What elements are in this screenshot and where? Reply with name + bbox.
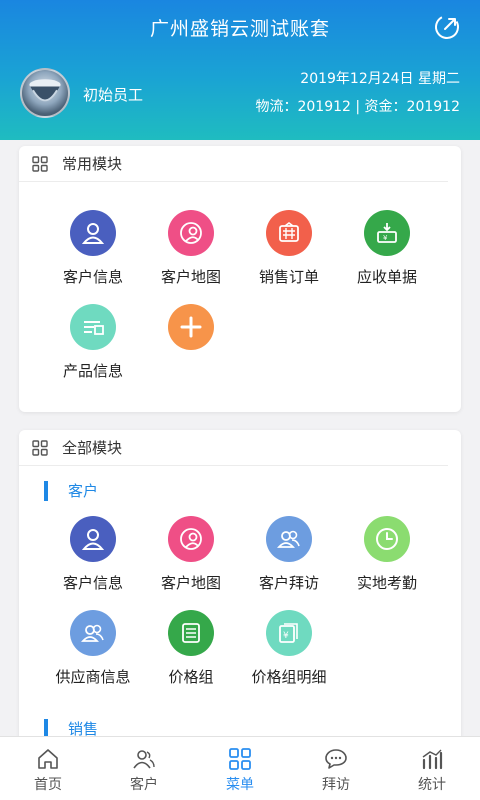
tab-customer[interactable]: 客户	[96, 737, 192, 800]
add-icon	[168, 304, 214, 350]
tile-label: 客户信息	[62, 574, 123, 592]
tab-label: 统计	[418, 777, 446, 793]
tab-label: 客户	[130, 777, 158, 793]
grid-icon	[32, 155, 48, 172]
tile-price-group[interactable]: 价格组	[141, 610, 241, 687]
tile-label: 价格组	[168, 668, 214, 686]
home-icon	[38, 749, 58, 769]
tile-add-module[interactable]	[141, 304, 241, 360]
tab-stats[interactable]: 统计	[384, 737, 480, 800]
clock-icon	[364, 516, 410, 562]
section-marker	[44, 480, 48, 501]
common-modules-card: 常用模块 客户信息 客户地图 销售订单 ¥ 应收单据 产品信息	[19, 146, 461, 412]
tile-customer-info[interactable]: 客户信息	[43, 210, 143, 287]
product-info-icon	[70, 304, 116, 350]
all-modules-header: 全部模块	[19, 430, 448, 466]
tile-receivable[interactable]: ¥ 应收单据	[337, 210, 437, 287]
tile-label: 客户地图	[160, 268, 221, 286]
tile-customer-info[interactable]: 客户信息	[43, 516, 143, 593]
tile-customer-visit[interactable]: 客户拜访	[239, 516, 339, 593]
receivable-icon: ¥	[364, 210, 410, 256]
share-icon[interactable]	[434, 14, 460, 40]
supplier-icon	[70, 610, 116, 656]
tile-supplier-info[interactable]: 供应商信息	[43, 610, 143, 687]
customer-visit-icon	[266, 516, 312, 562]
customer-map-icon	[168, 516, 214, 562]
avatar[interactable]	[20, 68, 70, 118]
section-title: 客户	[68, 482, 99, 500]
customer-info-icon	[70, 210, 116, 256]
menu-grid-icon	[229, 748, 251, 770]
svg-text:¥: ¥	[383, 234, 388, 242]
customer-map-icon	[168, 210, 214, 256]
tab-menu[interactable]: 菜单	[192, 737, 288, 800]
header: 广州盛销云测试账套 初始员工 2019年12月24日 星期二 物流：201912…	[0, 0, 480, 140]
tile-label: 产品信息	[62, 362, 123, 380]
bottom-tab-bar: 首页 客户 菜单 拜访 统计	[0, 736, 480, 800]
section-customer: 客户	[44, 480, 98, 501]
tile-customer-map[interactable]: 客户地图	[141, 210, 241, 287]
svg-text:¥: ¥	[283, 631, 289, 641]
tile-price-detail[interactable]: ¥ 价格组明细	[239, 610, 339, 687]
tile-product-info[interactable]: 产品信息	[43, 304, 143, 381]
tab-home[interactable]: 首页	[0, 737, 96, 800]
tile-sales-order[interactable]: 销售订单	[239, 210, 339, 287]
grid-icon	[32, 439, 48, 456]
all-modules-card: 全部模块 客户 客户信息 客户地图 客户拜访 实地考勤 供应商信息 价格组 ¥ …	[19, 430, 461, 750]
price-group-icon	[168, 610, 214, 656]
tab-label: 拜访	[322, 777, 350, 793]
price-detail-icon: ¥	[266, 610, 312, 656]
tile-label: 供应商信息	[55, 668, 131, 686]
tab-label: 菜单	[226, 777, 254, 793]
customer-info-icon	[70, 516, 116, 562]
chat-icon	[325, 749, 347, 769]
tile-label: 应收单据	[356, 268, 417, 286]
common-modules-header: 常用模块	[19, 146, 448, 182]
tile-label: 实地考勤	[356, 574, 417, 592]
all-modules-title: 全部模块	[62, 439, 123, 457]
tile-attendance[interactable]: 实地考勤	[337, 516, 437, 593]
tile-label: 客户拜访	[258, 574, 319, 592]
tile-customer-map[interactable]: 客户地图	[141, 516, 241, 593]
tile-label: 价格组明细	[251, 668, 327, 686]
page-title: 广州盛销云测试账套	[149, 18, 330, 40]
tab-visit[interactable]: 拜访	[288, 737, 384, 800]
current-date: 2019年12月24日 星期二	[300, 71, 460, 87]
customer-icon	[133, 750, 155, 769]
user-name: 初始员工	[83, 86, 144, 104]
sales-order-icon	[266, 210, 312, 256]
tile-label: 销售订单	[258, 268, 319, 286]
tab-label: 首页	[34, 777, 62, 793]
period-info: 物流：201912 | 资金：201912	[255, 99, 460, 115]
stats-icon	[422, 749, 443, 770]
tile-label: 客户信息	[62, 268, 123, 286]
common-modules-title: 常用模块	[62, 155, 123, 173]
tile-label: 客户地图	[160, 574, 221, 592]
